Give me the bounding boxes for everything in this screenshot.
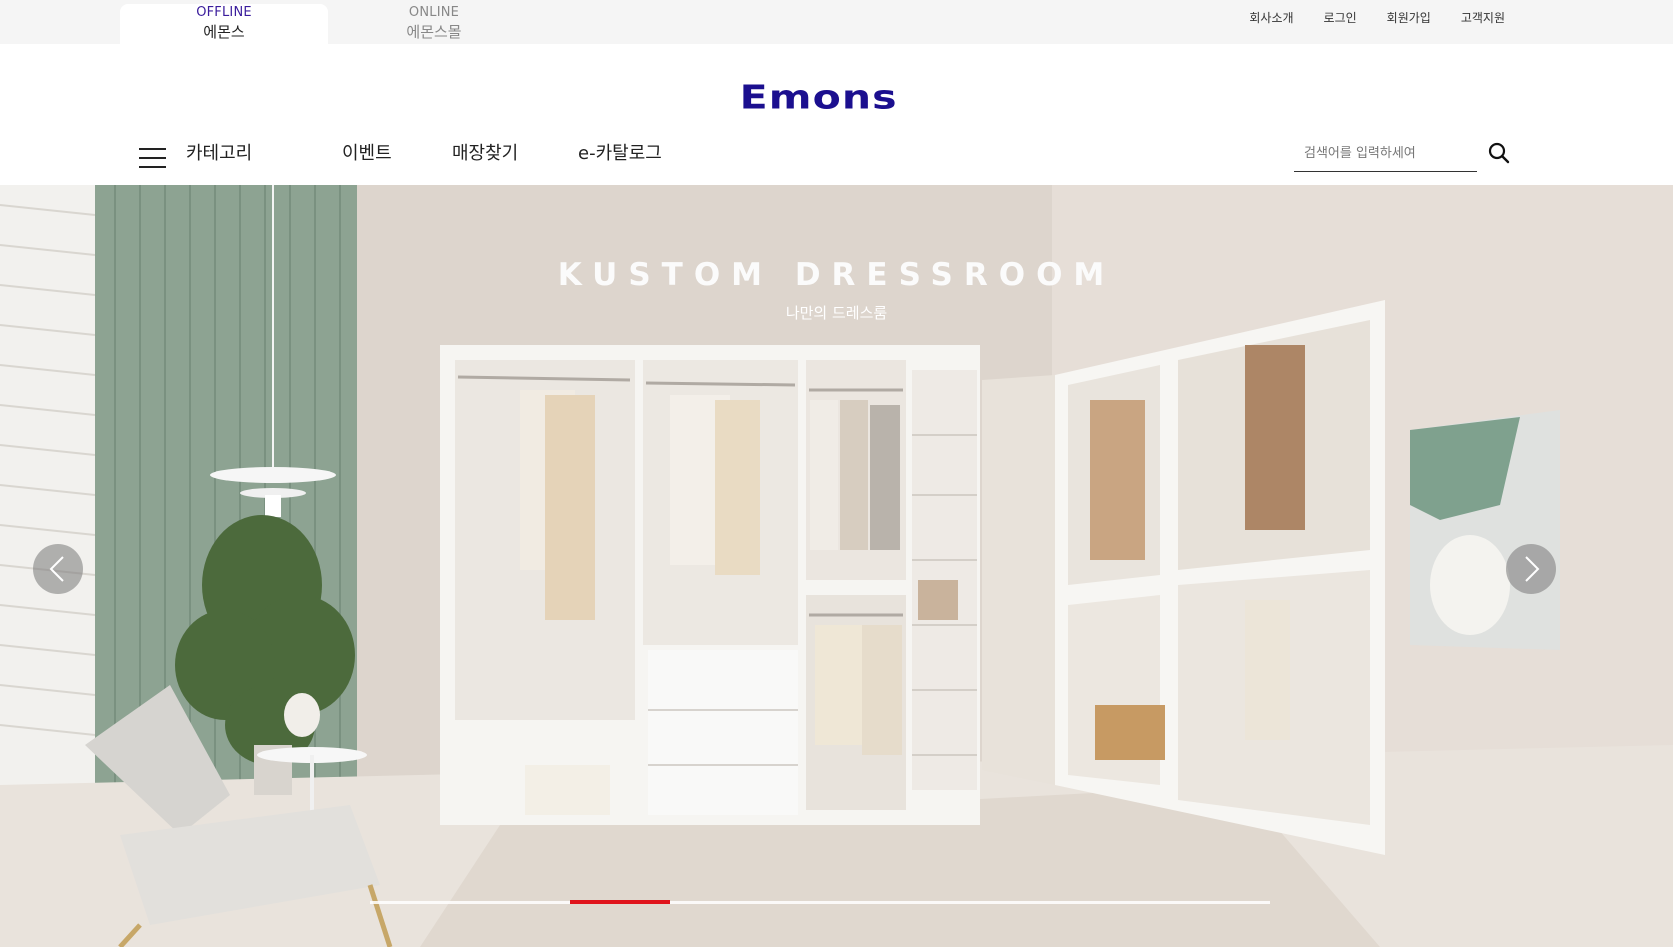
tab-online-en-label: ONLINE bbox=[408, 5, 460, 20]
hero-image-dressroom bbox=[0, 185, 1673, 947]
slide-progress-bar[interactable] bbox=[370, 900, 1270, 904]
emons-logo[interactable]: Emons bbox=[729, 76, 909, 116]
utility-links: 회사소개 로그인 회원가입 고객지원 bbox=[1249, 10, 1505, 26]
tab-offline-emons[interactable]: OFFLINE 에몬스 bbox=[120, 4, 328, 44]
chevron-right-icon[interactable] bbox=[1506, 544, 1556, 594]
customer-support-link[interactable]: 고객지원 bbox=[1461, 10, 1505, 26]
top-utility-bar: OFFLINE 에몬스 ONLINE 에몬스몰 회사소개 로그인 회원가입 고객… bbox=[0, 0, 1673, 44]
chevron-left-icon[interactable] bbox=[33, 544, 83, 594]
nav-category[interactable]: 카테고리 bbox=[186, 142, 252, 166]
hero-title: KUSTOM DRESSROOM bbox=[557, 257, 1116, 293]
tab-offline-en-label: OFFLINE bbox=[196, 5, 252, 20]
search-icon[interactable] bbox=[1488, 142, 1510, 164]
nav-event[interactable]: 이벤트 bbox=[342, 142, 392, 166]
hero-banner[interactable]: KUSTOM DRESSROOM 나만의 드레스룸 bbox=[0, 185, 1673, 947]
main-navigation: 카테고리 이벤트 매장찾기 e-카탈로그 bbox=[0, 130, 1673, 186]
hero-subtitle: 나만의 드레스룸 bbox=[785, 304, 888, 322]
tab-online-emons-mall[interactable]: ONLINE 에몬스몰 bbox=[330, 4, 538, 44]
slide-progress-active-segment bbox=[570, 900, 670, 904]
tab-offline-ko-label: 에몬스 bbox=[203, 23, 245, 41]
logo-text: Emons bbox=[740, 79, 898, 116]
signup-link[interactable]: 회원가입 bbox=[1387, 10, 1431, 26]
hamburger-menu-icon[interactable] bbox=[139, 148, 167, 170]
login-link[interactable]: 로그인 bbox=[1324, 10, 1357, 26]
company-intro-link[interactable]: 회사소개 bbox=[1249, 10, 1293, 26]
search-input[interactable] bbox=[1294, 138, 1464, 168]
nav-store-finder[interactable]: 매장찾기 bbox=[452, 142, 518, 166]
search-box bbox=[1294, 138, 1477, 172]
tab-online-ko-label: 에몬스몰 bbox=[406, 23, 462, 41]
nav-e-catalog[interactable]: e-카탈로그 bbox=[578, 142, 662, 166]
